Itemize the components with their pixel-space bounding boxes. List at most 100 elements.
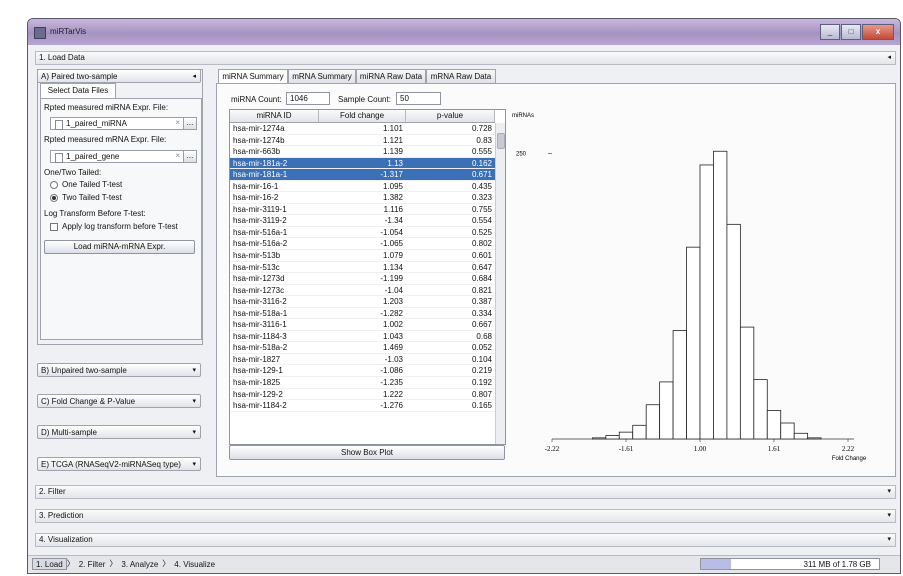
table-row[interactable]: hsa-mir-518a-1 -1.282 0.334 [230, 308, 495, 320]
step-filter[interactable]: 2. Filter [75, 558, 110, 570]
tab-select-data-files[interactable]: Select Data Files [40, 83, 116, 98]
table-cell: 0.755 [471, 204, 492, 214]
table-row[interactable]: hsa-mir-3119-1 1.116 0.755 [230, 204, 495, 216]
table-cell: 0.162 [471, 158, 492, 168]
show-box-plot-button[interactable]: Show Box Plot [229, 445, 505, 460]
table-row[interactable]: hsa-mir-3119-2 -1.34 0.554 [230, 215, 495, 227]
table-cell: 0.104 [471, 354, 492, 364]
table-scrollbar[interactable] [495, 123, 505, 444]
table-row[interactable]: hsa-mir-1184-3 1.043 0.68 [230, 331, 495, 343]
chevron-left-icon: ◂ [192, 73, 196, 80]
table-cell: hsa-mir-1274b [233, 135, 285, 145]
memory-indicator[interactable]: 311 MB of 1.78 GB [700, 558, 880, 570]
tab-mirna-summary[interactable]: miRNA Summary [218, 69, 288, 84]
close-icon[interactable]: x [862, 24, 894, 40]
x-tick-label: 2.22 [842, 445, 855, 453]
accordion-tcga[interactable]: E) TCGA (RNASeqV2-miRNASeq type) ▾ [37, 457, 201, 471]
table-cell: 0.68 [476, 331, 492, 341]
tab-mrna-summary[interactable]: mRNA Summary [288, 69, 356, 83]
table-cell: 0.684 [471, 274, 492, 284]
table-cell: hsa-mir-1273c [233, 285, 285, 295]
table-row[interactable]: hsa-mir-663b 1.139 0.555 [230, 146, 495, 158]
mirna-file-name: 1_paired_miRNA [66, 119, 127, 128]
scroll-thumb[interactable] [497, 133, 505, 149]
mirna-count-field[interactable]: 1046 [286, 92, 330, 105]
browse-mrna-button[interactable]: ... [183, 150, 197, 163]
table-row[interactable]: hsa-mir-181a-2 1.13 0.162 [230, 157, 495, 170]
table-row[interactable]: hsa-mir-3116-2 1.203 0.387 [230, 296, 495, 308]
table-cell: hsa-mir-1273d [233, 274, 285, 284]
clear-icon[interactable]: × [175, 118, 180, 127]
sample-count-field[interactable]: 50 [396, 92, 441, 105]
tail-label: One/Two Tailed: [44, 168, 102, 177]
step-visualize[interactable]: 4. Visualize [170, 558, 219, 570]
maximize-icon[interactable]: □ [841, 24, 861, 40]
column-header[interactable]: Fold change [319, 110, 406, 122]
table-row[interactable]: hsa-mir-518a-2 1.469 0.052 [230, 342, 495, 354]
table-row[interactable]: hsa-mir-181a-1 -1.317 0.671 [230, 169, 495, 181]
y-axis-label: miRNAs [512, 113, 534, 119]
table-cell: -1.34 [384, 216, 403, 226]
column-header[interactable]: p-value [406, 110, 495, 122]
table-row[interactable]: hsa-mir-1274b 1.121 0.83 [230, 135, 495, 147]
table-cell: 0.807 [471, 389, 492, 399]
load-expr-button[interactable]: Load miRNA-mRNA Expr. [44, 240, 195, 254]
column-header[interactable]: miRNA ID [230, 110, 319, 122]
step-load[interactable]: 1. Load [32, 558, 67, 570]
histogram-bar [739, 326, 755, 440]
table-row[interactable]: hsa-mir-1274a 1.101 0.728 [230, 123, 495, 135]
two-tailed-radio[interactable] [50, 194, 58, 202]
step-analyze[interactable]: 3. Analyze [117, 558, 162, 570]
accordion-multi-sample[interactable]: D) Multi-sample ▾ [37, 425, 201, 439]
section-filter[interactable]: 2. Filter ▾ [35, 485, 896, 499]
minimize-icon[interactable]: _ [820, 24, 840, 40]
section-load-data[interactable]: 1. Load Data ◂ [35, 51, 896, 65]
title-bar: miRTarVis _ □ x [28, 19, 900, 45]
table-row[interactable]: hsa-mir-3116-1 1.002 0.667 [230, 319, 495, 331]
table-row[interactable]: hsa-mir-1184-2 -1.276 0.165 [230, 400, 495, 412]
mirna-file-field[interactable]: 1_paired_miRNA × [50, 117, 185, 130]
table-row[interactable]: hsa-mir-129-2 1.222 0.807 [230, 389, 495, 401]
accordion-unpaired[interactable]: B) Unpaired two-sample ▾ [37, 363, 201, 377]
table-cell: 0.671 [471, 170, 492, 180]
document-icon [55, 120, 63, 130]
table-cell: hsa-mir-181a-2 [233, 158, 288, 168]
app-window: miRTarVis _ □ x 1. Load Data ◂ A) Paired… [27, 18, 901, 574]
table-row[interactable]: hsa-mir-1273c -1.04 0.821 [230, 285, 495, 297]
table-cell: hsa-mir-129-2 [233, 389, 283, 399]
section-visualization[interactable]: 4. Visualization ▾ [35, 533, 896, 547]
chevron-down-icon: ▾ [192, 429, 196, 436]
log-transform-option: Apply log transform before T-test [62, 222, 178, 231]
table-row[interactable]: hsa-mir-516a-1 -1.054 0.525 [230, 227, 495, 239]
browse-mirna-button[interactable]: ... [183, 117, 197, 130]
tab-mrna-raw-data[interactable]: mRNA Raw Data [426, 69, 496, 83]
table-body: hsa-mir-1274a 1.101 0.728 hsa-mir-1274b 1.12… [230, 123, 495, 412]
step-separator: 〉 [66, 559, 75, 568]
table-cell: 1.203 [382, 297, 403, 307]
section-filter-label: 2. Filter [39, 487, 66, 496]
table-row[interactable]: hsa-mir-513c 1.134 0.647 [230, 262, 495, 274]
table-row[interactable]: hsa-mir-1825 -1.235 0.192 [230, 377, 495, 389]
table-cell: hsa-mir-1184-2 [233, 401, 287, 411]
accordion-fold-change[interactable]: C) Fold Change & P-Value ▾ [37, 394, 201, 408]
one-tailed-radio[interactable] [50, 181, 58, 189]
mrna-file-field[interactable]: 1_paired_gene × [50, 150, 185, 163]
mirna-file-label: Rpted measured miRNA Expr. File: [44, 103, 169, 112]
tab-mirna-raw-data[interactable]: miRNA Raw Data [356, 69, 426, 83]
table-cell: 1.222 [382, 389, 403, 399]
clear-icon[interactable]: × [175, 151, 180, 160]
table-row[interactable]: hsa-mir-1273d -1.199 0.684 [230, 273, 495, 285]
table-row[interactable]: hsa-mir-129-1 -1.086 0.219 [230, 365, 495, 378]
table-row[interactable]: hsa-mir-1827 -1.03 0.104 [230, 354, 495, 366]
table-cell: hsa-mir-663b [233, 147, 281, 157]
accordion-paired[interactable]: A) Paired two-sample ◂ [37, 69, 201, 83]
table-row[interactable]: hsa-mir-516a-2 -1.065 0.802 [230, 238, 495, 251]
table-row[interactable]: hsa-mir-513b 1.079 0.601 [230, 250, 495, 262]
table-row[interactable]: hsa-mir-16-1 1.095 0.435 [230, 181, 495, 193]
y-tick-label: 250 [516, 152, 527, 158]
table-cell: 0.555 [471, 147, 492, 157]
table-row[interactable]: hsa-mir-16-2 1.382 0.323 [230, 192, 495, 204]
table-cell: 0.387 [471, 297, 492, 307]
log-transform-checkbox[interactable] [50, 223, 58, 231]
section-prediction[interactable]: 3. Prediction ▾ [35, 509, 896, 523]
